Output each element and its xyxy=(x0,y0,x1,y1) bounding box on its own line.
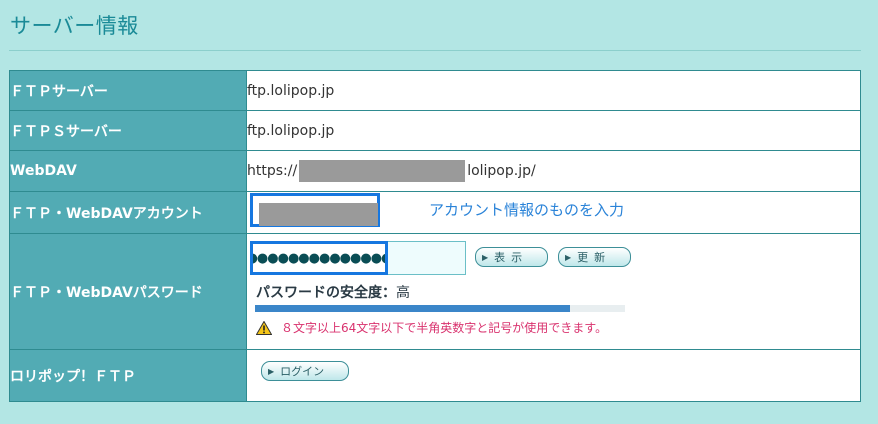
password-value-cell: ●●●●●●●●●●●●●●●●●● ▶ 表示 ▶ 更新 パスワードの安全度：高 xyxy=(246,233,861,350)
strength-label: パスワードの安全度： xyxy=(256,285,396,301)
strength-bar xyxy=(255,305,625,312)
table-row: ＦＴＰサーバー ftp.lolipop.jp xyxy=(9,70,861,111)
title-divider xyxy=(9,50,861,51)
ftp-server-label: ＦＴＰサーバー xyxy=(9,70,247,111)
ftp-server-value: ftp.lolipop.jp xyxy=(246,70,861,111)
table-row: ロリポップ！ＦＴＰ ▶ ログイン xyxy=(9,349,861,402)
password-label: ＦＴＰ・WebDAVパスワード xyxy=(9,233,247,350)
account-value-cell: アカウント情報のものを入力 xyxy=(246,191,861,234)
webdav-label: WebDAV xyxy=(9,150,247,192)
strength-value: 高 xyxy=(396,285,410,301)
triangle-right-icon: ▶ xyxy=(565,252,572,262)
account-label: ＦＴＰ・WebDAVアカウント xyxy=(9,191,247,234)
lolipop-ftp-cell: ▶ ログイン xyxy=(246,349,861,402)
account-value-highlight xyxy=(250,193,380,227)
update-password-button[interactable]: ▶ 更新 xyxy=(558,247,631,267)
page-title: サーバー情報 xyxy=(10,14,139,38)
table-row: ＦＴＰＳサーバー ftp.lolipop.jp xyxy=(9,110,861,151)
warning-triangle-icon xyxy=(256,320,272,335)
account-hint: アカウント情報のものを入力 xyxy=(429,201,625,219)
table-row: ＦＴＰ・WebDAVパスワード ●●●●●●●●●●●●●●●●●● ▶ 表示 … xyxy=(9,233,861,350)
login-button[interactable]: ▶ ログイン xyxy=(261,361,349,381)
triangle-right-icon: ▶ xyxy=(482,252,489,262)
strength-bar-fill xyxy=(255,305,570,312)
warning-text: ８文字以上64文字以下で半角英数字と記号が使用できます。 xyxy=(281,321,608,335)
table-row: WebDAV https:// lolipop.jp/ xyxy=(9,150,861,192)
webdav-url-prefix: https:// xyxy=(247,163,298,179)
webdav-value: https:// lolipop.jp/ xyxy=(246,150,861,192)
password-rule-warning: ８文字以上64文字以下で半角英数字と記号が使用できます。 xyxy=(256,319,607,336)
password-input[interactable]: ●●●●●●●●●●●●●●●●●● xyxy=(250,241,388,275)
show-password-button[interactable]: ▶ 表示 xyxy=(475,247,548,267)
redacted-subdomain xyxy=(299,160,466,182)
password-strength: パスワードの安全度：高 xyxy=(256,282,410,302)
ftps-server-value: ftp.lolipop.jp xyxy=(246,110,861,151)
triangle-right-icon: ▶ xyxy=(268,366,275,376)
server-info-table: ＦＴＰサーバー ftp.lolipop.jp ＦＴＰＳサーバー ftp.loli… xyxy=(9,70,861,402)
webdav-url-suffix: lolipop.jp/ xyxy=(467,163,536,179)
table-row: ＦＴＰ・WebDAVアカウント アカウント情報のものを入力 xyxy=(9,191,861,234)
ftps-server-label: ＦＴＰＳサーバー xyxy=(9,110,247,151)
lolipop-ftp-label: ロリポップ！ＦＴＰ xyxy=(9,349,247,402)
redacted-account xyxy=(259,203,378,226)
